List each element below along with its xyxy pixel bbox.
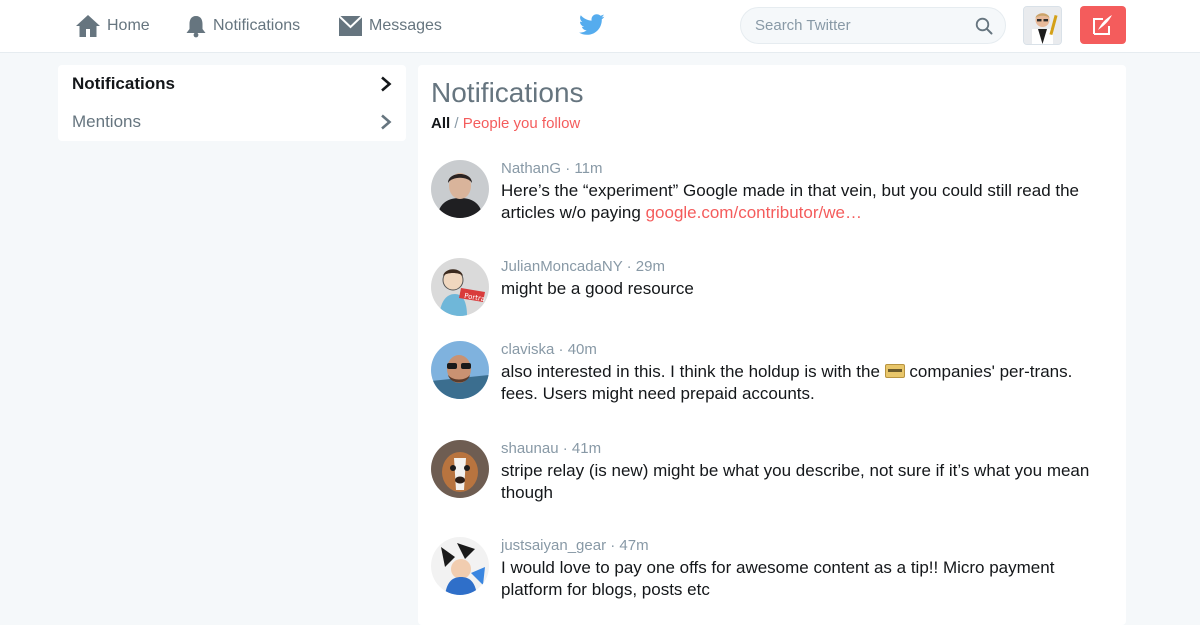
notification-item[interactable]: claviska · 40m also interested in this. …: [431, 341, 1111, 431]
user-photo: [431, 341, 489, 399]
page-title: Notifications: [431, 77, 584, 108]
user-photo: Portra: [431, 258, 489, 316]
home-icon: [76, 15, 100, 37]
side-menu-item-label: Notifications: [72, 74, 175, 93]
notification-text: might be a good resource: [501, 278, 1101, 300]
search-box: [740, 7, 1006, 44]
notification-meta: claviska · 40m: [501, 341, 597, 358]
side-menu-item-notifications[interactable]: Notifications: [58, 65, 406, 103]
filter-people-you-follow[interactable]: People you follow: [463, 115, 581, 132]
avatar[interactable]: [431, 537, 489, 595]
nav-notifications[interactable]: Notifications: [185, 0, 300, 52]
notification-item[interactable]: justsaiyan_gear · 47m I would love to pa…: [431, 537, 1111, 625]
nav-home-label: Home: [107, 17, 150, 34]
avatar[interactable]: [431, 440, 489, 498]
notification-text: Here’s the “experiment” Google made in t…: [501, 180, 1101, 224]
username-link[interactable]: NathanG: [501, 160, 561, 177]
user-photo: [431, 537, 489, 595]
envelope-icon: [338, 15, 363, 36]
search-icon[interactable]: [975, 17, 993, 35]
top-navigation-bar: Home Notifications Messages: [0, 0, 1200, 53]
username-link[interactable]: JulianMoncadaNY: [501, 258, 622, 275]
nav-home[interactable]: Home: [75, 0, 150, 52]
tweet-text: stripe relay (is new) might be what you …: [501, 461, 1090, 502]
notification-meta: justsaiyan_gear · 47m: [501, 537, 649, 554]
search-input[interactable]: [753, 8, 963, 43]
notifications-panel: Notifications All / People you follow Na…: [418, 65, 1126, 625]
chevron-right-icon: [381, 76, 392, 92]
tweet-text: might be a good resource: [501, 279, 694, 298]
avatar[interactable]: [431, 341, 489, 399]
timestamp: · 40m: [554, 341, 597, 358]
chevron-right-icon: [381, 114, 392, 130]
username-link[interactable]: claviska: [501, 341, 554, 358]
timestamp: · 47m: [606, 537, 649, 554]
notification-meta: NathanG · 11m: [501, 160, 602, 177]
tweet-text: also interested in this. I think the hol…: [501, 362, 885, 381]
timestamp: · 11m: [561, 160, 603, 177]
compose-icon: [1093, 15, 1112, 35]
notification-meta: JulianMoncadaNY · 29m: [501, 258, 665, 275]
timestamp: · 29m: [622, 258, 665, 275]
notification-item[interactable]: shaunau · 41m stripe relay (is new) migh…: [431, 440, 1111, 530]
compose-tweet-button[interactable]: [1080, 6, 1126, 44]
notification-item[interactable]: NathanG · 11m Here’s the “experiment” Go…: [431, 160, 1111, 250]
filter-separator: /: [450, 115, 463, 132]
notifications-side-menu: Notifications Mentions: [58, 65, 406, 141]
notification-meta: shaunau · 41m: [501, 440, 601, 457]
notification-text: I would love to pay one offs for awesome…: [501, 557, 1101, 601]
side-menu-item-label: Mentions: [72, 112, 141, 131]
filter-all[interactable]: All: [431, 115, 450, 132]
nav-notifications-label: Notifications: [213, 17, 301, 34]
username-link[interactable]: shaunau: [501, 440, 559, 457]
nav-messages[interactable]: Messages: [338, 0, 442, 52]
tweet-link[interactable]: google.com/contributor/we…: [646, 203, 862, 222]
credit-card-icon: [884, 364, 905, 378]
user-photo: [431, 160, 489, 218]
username-link[interactable]: justsaiyan_gear: [501, 537, 606, 554]
bell-icon: [186, 16, 206, 38]
timestamp: · 41m: [558, 440, 602, 457]
user-avatar-image: [1024, 7, 1061, 44]
user-photo: [431, 440, 489, 498]
twitter-bird-icon[interactable]: [579, 13, 605, 37]
nav-messages-label: Messages: [369, 17, 442, 34]
notification-text: stripe relay (is new) might be what you …: [501, 460, 1101, 504]
notification-filters: All / People you follow: [431, 115, 580, 132]
tweet-text: I would love to pay one offs for awesome…: [501, 558, 1055, 599]
side-menu-item-mentions[interactable]: Mentions: [58, 103, 406, 141]
avatar[interactable]: Portra: [431, 258, 489, 316]
avatar[interactable]: [431, 160, 489, 218]
notification-text: also interested in this. I think the hol…: [501, 361, 1101, 405]
notification-item[interactable]: Portra JulianMoncadaNY · 29m might be a …: [431, 258, 1111, 328]
profile-avatar[interactable]: [1023, 6, 1062, 45]
